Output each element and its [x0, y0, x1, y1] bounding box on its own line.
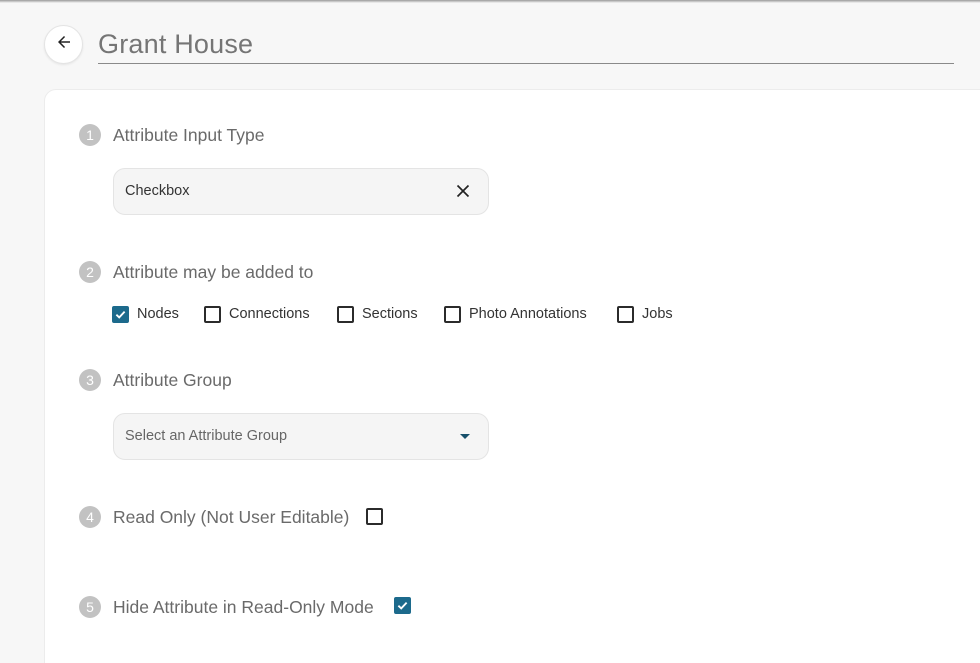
caret-down-icon: [460, 434, 470, 439]
title-input[interactable]: Grant House: [98, 26, 954, 64]
checkbox-label-photo-annotations: Photo Annotations: [469, 306, 587, 322]
step-label-read-only: Read Only (Not User Editable): [113, 507, 350, 527]
checkbox-label-jobs: Jobs: [642, 306, 673, 322]
step-label-attribute-group: Attribute Group: [113, 370, 232, 390]
checkbox-photo-annotations[interactable]: [444, 306, 461, 323]
back-button[interactable]: [44, 25, 83, 64]
attribute-group-placeholder: Select an Attribute Group: [125, 428, 288, 444]
checkbox-label-connections: Connections: [229, 306, 310, 322]
step-number-4: 4: [79, 506, 101, 528]
page-title: Grant House: [98, 29, 254, 59]
step-number-2: 2: [79, 261, 101, 283]
checkbox-label-sections: Sections: [362, 306, 418, 322]
step-number-3: 3: [79, 369, 101, 391]
step-label-hide-in-read-only: Hide Attribute in Read-Only Mode: [113, 597, 374, 617]
step-number-1: 1: [79, 124, 101, 146]
checkbox-hide-in-read-only[interactable]: [394, 597, 411, 614]
checkbox-nodes[interactable]: [112, 306, 129, 323]
input-type-value: Checkbox: [125, 183, 190, 199]
checkbox-read-only[interactable]: [366, 508, 383, 525]
step-number-5: 5: [79, 596, 101, 618]
close-icon[interactable]: [452, 180, 474, 202]
checkbox-jobs[interactable]: [617, 306, 634, 323]
checkbox-sections[interactable]: [337, 306, 354, 323]
attribute-group-select[interactable]: Select an Attribute Group: [113, 413, 489, 460]
arrow-left-icon: [55, 33, 73, 56]
step-label-added-to: Attribute may be added to: [113, 262, 314, 282]
checkbox-label-nodes: Nodes: [137, 306, 179, 322]
input-type-select[interactable]: Checkbox: [113, 168, 489, 215]
checkbox-connections[interactable]: [204, 306, 221, 323]
step-label-input-type: Attribute Input Type: [113, 125, 265, 145]
